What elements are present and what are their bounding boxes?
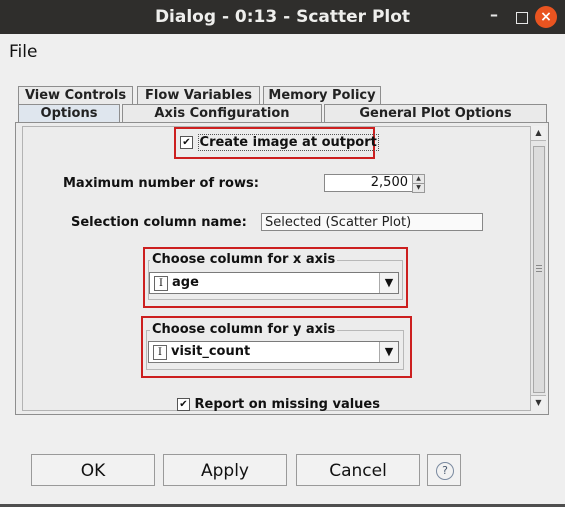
scroll-thumb[interactable] — [533, 146, 545, 393]
checkbox-icon[interactable]: ✔ — [177, 398, 190, 411]
integer-type-icon: I — [153, 345, 167, 360]
menu-bar: File — [0, 34, 565, 68]
window-title: Dialog - 0:13 - Scatter Plot — [154, 7, 411, 27]
tab-options[interactable]: Options — [18, 104, 120, 122]
maximize-icon[interactable] — [510, 6, 532, 28]
tab-flow-variables[interactable]: Flow Variables — [137, 86, 260, 104]
x-axis-column-select[interactable]: I age ▼ — [149, 272, 399, 294]
integer-type-icon: I — [154, 276, 168, 291]
y-axis-column-select[interactable]: I visit_count ▼ — [148, 341, 399, 363]
cancel-button[interactable]: Cancel — [296, 454, 420, 486]
checkbox-icon[interactable]: ✔ — [180, 136, 193, 149]
minimize-icon[interactable]: – — [483, 4, 505, 26]
help-button[interactable]: ? — [427, 454, 461, 486]
y-axis-value: visit_count — [171, 344, 251, 359]
tab-general-plot-options[interactable]: General Plot Options — [324, 104, 547, 122]
max-rows-input[interactable]: 2,500 — [324, 174, 413, 192]
spinner-down-icon[interactable]: ▼ — [412, 183, 425, 193]
selection-column-label: Selection column name: — [71, 215, 247, 230]
close-icon[interactable]: × — [535, 6, 557, 28]
max-rows-spinner[interactable]: 2,500 ▲ ▼ — [324, 174, 425, 193]
scroll-up-icon[interactable]: ▲ — [531, 126, 546, 141]
chevron-down-icon[interactable]: ▼ — [379, 273, 398, 293]
tab-view-controls[interactable]: View Controls — [18, 86, 133, 104]
create-image-label: Create image at outport — [197, 134, 379, 151]
ok-button[interactable]: OK — [31, 454, 155, 486]
vertical-scrollbar[interactable]: ▲ ▼ — [530, 126, 546, 410]
scroll-down-icon[interactable]: ▼ — [531, 395, 546, 410]
window-titlebar[interactable]: Dialog - 0:13 - Scatter Plot – × — [0, 0, 565, 34]
apply-button[interactable]: Apply — [163, 454, 287, 486]
x-axis-value: age — [172, 275, 199, 290]
tab-axis-configuration[interactable]: Axis Configuration — [122, 104, 322, 122]
chevron-down-icon[interactable]: ▼ — [379, 342, 398, 362]
create-image-checkbox[interactable]: ✔ Create image at outport — [180, 134, 379, 151]
report-missing-label: Report on missing values — [194, 397, 380, 412]
x-axis-title: Choose column for x axis — [150, 252, 338, 267]
help-icon: ? — [436, 462, 454, 480]
y-axis-title: Choose column for y axis — [150, 322, 338, 337]
menu-file[interactable]: File — [9, 42, 37, 62]
selection-column-input[interactable]: Selected (Scatter Plot) — [261, 213, 483, 231]
max-rows-label: Maximum number of rows: — [63, 176, 259, 191]
report-missing-checkbox[interactable]: ✔ Report on missing values — [177, 397, 380, 412]
tab-memory-policy[interactable]: Memory Policy — [263, 86, 381, 104]
